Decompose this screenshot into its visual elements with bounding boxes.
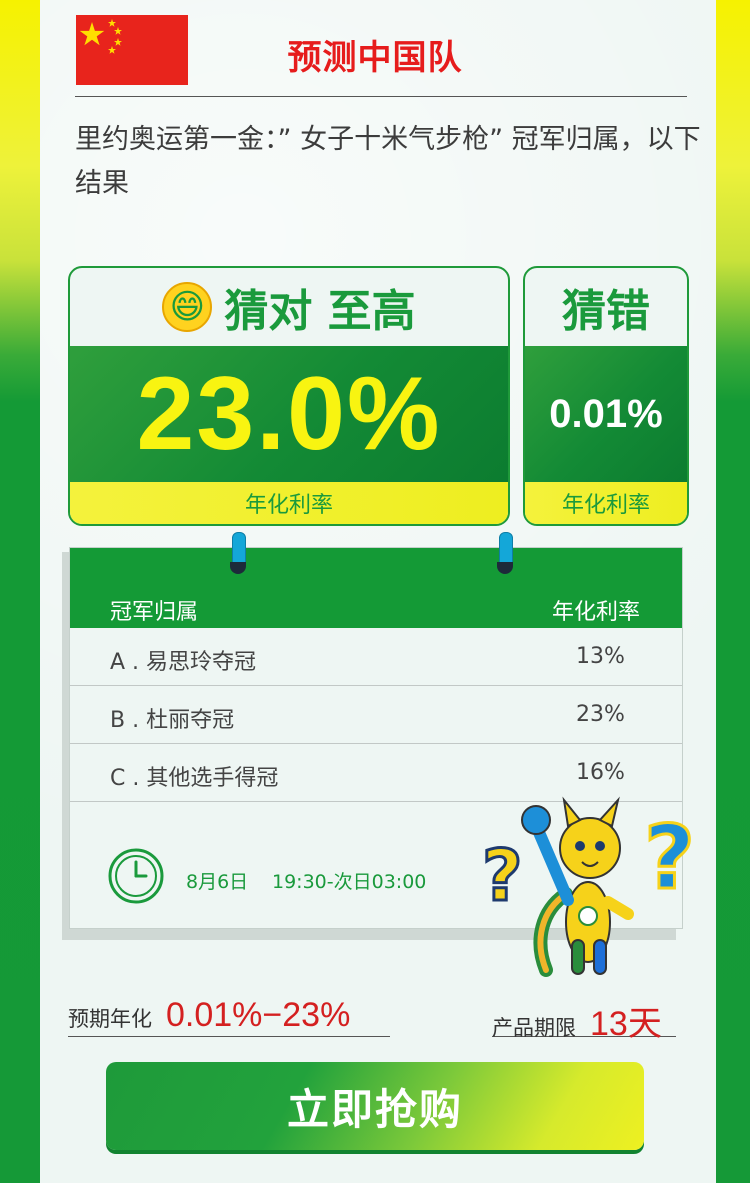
wrong-card-footer: 年化利率 — [525, 482, 687, 524]
clock-icon — [108, 848, 164, 904]
row-rate: 13% — [576, 644, 625, 669]
event-date: 8月6日 — [186, 871, 249, 893]
buy-now-button[interactable]: 立即抢购 — [106, 1062, 644, 1150]
wrong-card-body: 0.01% — [525, 346, 687, 482]
correct-guess-card[interactable]: 😄 猜对 至高 23.0% 年化利率 — [68, 266, 510, 526]
row-rate: 16% — [576, 760, 625, 785]
table-row[interactable]: B . 杜丽夺冠 23% — [70, 686, 682, 744]
row-option: B . 杜丽夺冠 — [110, 708, 235, 733]
term-summary: 产品期限 13天 — [492, 996, 676, 1043]
event-time: 19:30-次日03:00 — [272, 871, 427, 893]
table-header: 冠军归属 年化利率 — [70, 548, 682, 628]
svg-text:?: ? — [644, 806, 695, 909]
row-option: A . 易思玲夺冠 — [110, 650, 257, 675]
expected-return-label: 预期年化 — [68, 1007, 152, 1031]
expected-return-value: 0.01%−23% — [166, 996, 351, 1034]
title-divider — [75, 96, 687, 97]
correct-card-body: 23.0% — [70, 346, 508, 482]
expected-return-summary: 预期年化 0.01%−23% — [68, 996, 390, 1037]
binder-pin-left — [230, 532, 246, 574]
binder-pin-right — [497, 532, 513, 574]
wrong-rate-value: 0.01% — [549, 391, 663, 436]
term-value: 13天 — [590, 1005, 662, 1043]
term-label: 产品期限 — [492, 1016, 576, 1040]
svg-text:?: ? — [482, 835, 523, 917]
grin-emoji-icon: 😄 — [162, 282, 213, 332]
correct-rate-value: 23.0% — [136, 355, 442, 472]
table-row[interactable]: A . 易思玲夺冠 13% — [70, 628, 682, 686]
column-header-champion: 冠军归属 — [110, 600, 199, 625]
wrong-card-header: 猜错 — [525, 268, 687, 346]
row-rate: 23% — [576, 702, 625, 727]
correct-card-header: 😄 猜对 至高 — [70, 268, 508, 346]
column-header-rate: 年化利率 — [552, 600, 641, 625]
wrong-guess-card[interactable]: 猜错 0.01% 年化利率 — [523, 266, 689, 526]
page-title: 预测中国队 — [287, 38, 463, 78]
china-flag-icon — [76, 15, 188, 85]
correct-card-label: 猜对 至高 — [224, 286, 416, 337]
wrong-card-label: 猜错 — [562, 286, 650, 337]
question-text: 里约奥运第一金：” 女子十米气步枪” 冠军归属，以下结果 — [75, 124, 701, 199]
correct-card-footer: 年化利率 — [70, 482, 508, 524]
mascot-illustration: ? ? — [476, 790, 716, 980]
row-option: C . 其他选手得冠 — [110, 766, 279, 791]
